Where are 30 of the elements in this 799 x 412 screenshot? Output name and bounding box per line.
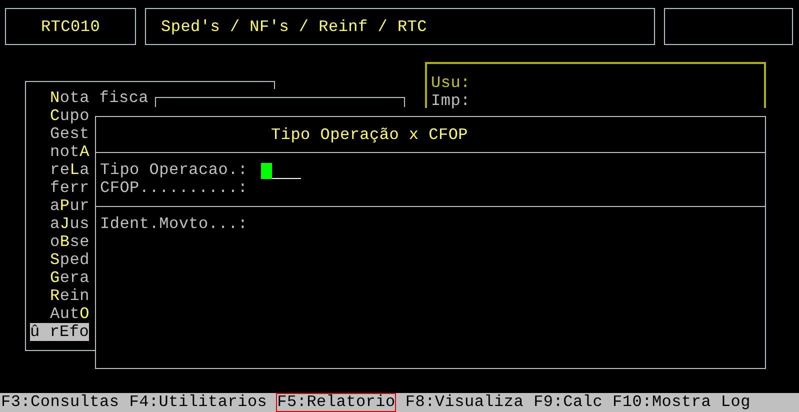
text-cursor — [260, 163, 272, 179]
dialog-title: Tipo Operação x CFOP — [271, 126, 468, 144]
info-label: Imp: — [431, 92, 470, 110]
info-label: Usu: — [431, 74, 470, 92]
function-key[interactable]: F4:Utilitarios — [128, 393, 268, 412]
menu-item[interactable]: Rein — [30, 287, 90, 305]
menu-item[interactable]: Nota fisca — [30, 89, 149, 107]
function-key[interactable]: F5:Relatorio — [276, 393, 396, 412]
input-field[interactable] — [260, 161, 301, 179]
menu-item[interactable]: aPur — [30, 197, 90, 215]
function-key[interactable]: F10:Mostra Log — [612, 393, 752, 412]
field-label: Tipo Operacao.: — [100, 161, 248, 179]
function-key[interactable]: F9:Calc — [532, 393, 604, 412]
program-code: RTC010 — [5, 8, 136, 45]
field-label: CFOP..........: — [100, 179, 248, 197]
menu-item[interactable]: Gera — [30, 269, 90, 287]
breadcrumb: Sped's / NF's / Reinf / RTC — [145, 8, 655, 45]
menu-item[interactable]: notA — [30, 143, 90, 161]
function-key[interactable]: F8:Visualiza — [404, 393, 525, 412]
menu-item[interactable]: Sped — [30, 251, 90, 269]
menu-item[interactable]: Cupo — [30, 107, 90, 125]
menu-item[interactable]: Gest — [30, 125, 90, 143]
menu-item[interactable]: ferr — [30, 179, 90, 197]
menu-item[interactable]: û rEfo — [30, 323, 90, 341]
menu-item[interactable]: AutO — [30, 305, 90, 323]
field-label: Ident.Movto...: — [100, 215, 248, 233]
menu-item[interactable]: oBse — [30, 233, 90, 251]
menu-item[interactable]: reLa — [30, 161, 90, 179]
menu-item[interactable]: aJus — [30, 215, 90, 233]
function-key[interactable]: F3:Consultas — [0, 393, 120, 412]
